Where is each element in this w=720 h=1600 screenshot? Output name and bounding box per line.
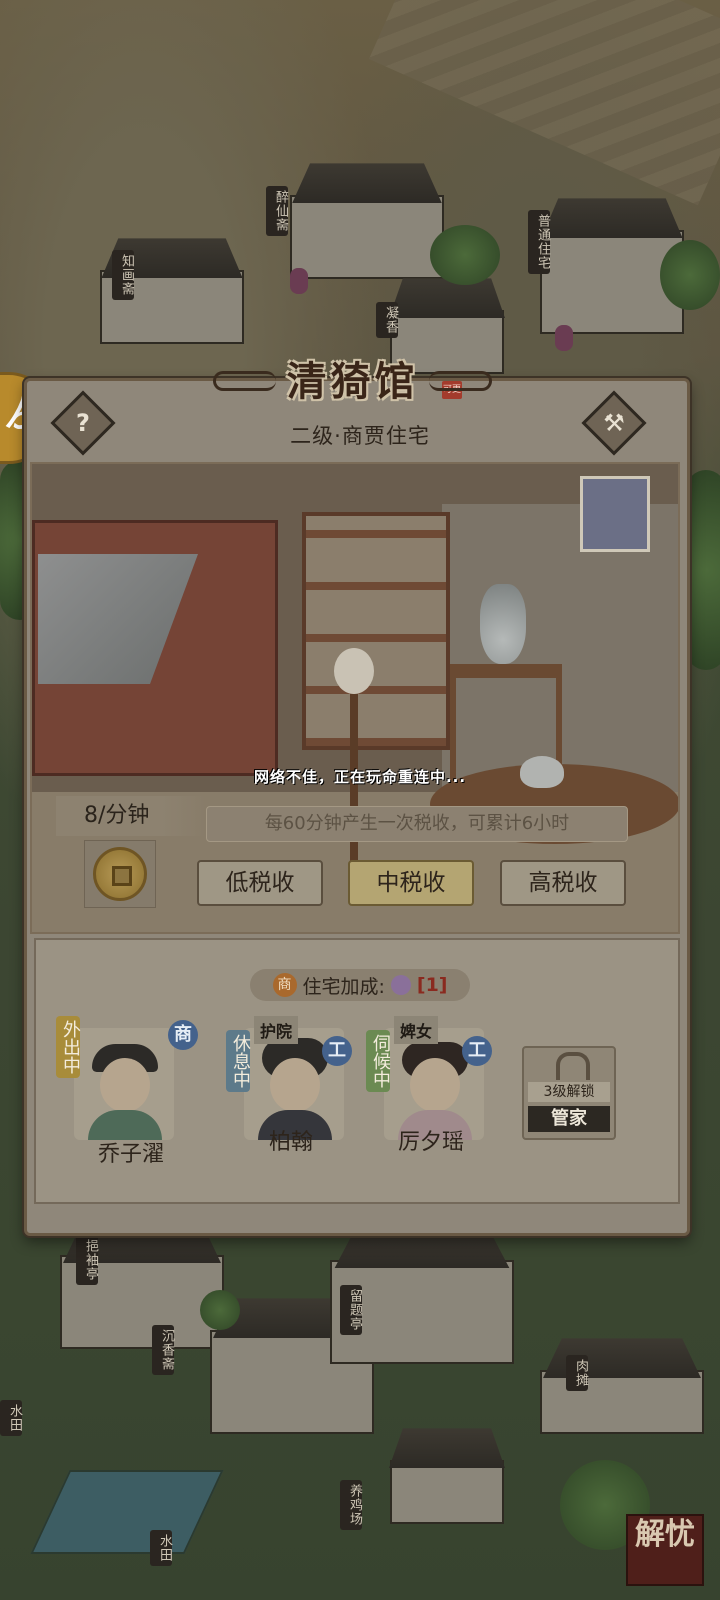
resident-slot-1[interactable]: 外出中 商 bbox=[56, 1016, 198, 1146]
building[interactable] bbox=[290, 163, 444, 279]
status-badge: 外出中 bbox=[56, 1016, 81, 1078]
scene-lamp bbox=[334, 648, 374, 694]
locked-role-label: 管家 bbox=[528, 1106, 610, 1132]
gem-icon bbox=[390, 975, 411, 995]
tree bbox=[430, 225, 500, 285]
map-sign-shuitian-2[interactable]: 水田 bbox=[150, 1530, 172, 1566]
water-field bbox=[30, 1470, 224, 1554]
type-badge: 工 bbox=[462, 1036, 492, 1066]
role-label: 护院 bbox=[254, 1016, 299, 1044]
map-sign-ningxiang[interactable]: 凝香 bbox=[376, 302, 398, 338]
scene-scroll bbox=[580, 476, 650, 552]
resident-name-2: 柏翰 bbox=[268, 1130, 313, 1155]
residence-bonus: 商 住宅加成: [1] bbox=[250, 969, 470, 1001]
low-tax-button[interactable]: 低税收 bbox=[197, 860, 323, 906]
tree bbox=[686, 470, 720, 670]
bonus-label: 住宅加成: bbox=[302, 975, 385, 998]
high-tax-button[interactable]: 高税收 bbox=[500, 860, 626, 906]
scene-lattice-door bbox=[302, 512, 450, 750]
panel-subtitle: 二级·商贾住宅 bbox=[290, 424, 430, 448]
merchant-icon: 商 bbox=[272, 973, 297, 997]
map-sign-zuixian[interactable]: 醉仙斋 bbox=[266, 186, 288, 236]
lock-icon bbox=[556, 1052, 590, 1080]
panel-title: 清猗馆 bbox=[286, 358, 419, 405]
map-sign-yangji[interactable]: 养鸡场 bbox=[340, 1480, 362, 1530]
map-sign-putong[interactable]: 普通住宅 bbox=[528, 210, 550, 274]
map-sign-zhihua[interactable]: 知画斋 bbox=[112, 250, 134, 300]
medium-tax-button[interactable]: 中税收 bbox=[348, 860, 474, 906]
map-sign-yixiu[interactable]: 挹袖亭 bbox=[76, 1235, 98, 1285]
bonus-value: [1] bbox=[416, 974, 448, 996]
network-status-message: 网络不佳，正在玩命重连中... bbox=[253, 768, 467, 786]
map-sign-chenxiang[interactable]: 沉香斋 bbox=[152, 1325, 174, 1375]
cloud-ornament-right bbox=[429, 371, 492, 391]
role-label: 婢女 bbox=[394, 1016, 439, 1044]
resident-name-1: 乔子濯 bbox=[97, 1142, 164, 1167]
type-badge: 工 bbox=[322, 1036, 352, 1066]
map-sign-shuitian-1[interactable]: 水田 bbox=[0, 1400, 22, 1436]
scene-vase bbox=[480, 584, 526, 664]
tax-rate: 8/分钟 bbox=[56, 796, 206, 836]
map-sign-liuti[interactable]: 留题亭 bbox=[340, 1285, 362, 1335]
avatar[interactable] bbox=[74, 1028, 174, 1140]
tree bbox=[200, 1290, 240, 1330]
corner-badge-label: 解忧 bbox=[635, 1517, 695, 1552]
corner-badge-button[interactable]: 解忧 bbox=[626, 1514, 704, 1586]
lantern bbox=[555, 325, 573, 351]
cloud-ornament-left bbox=[213, 371, 276, 391]
locked-slot[interactable]: 3级解锁 管家 bbox=[522, 1046, 616, 1140]
type-badge: 商 bbox=[168, 1020, 198, 1050]
tax-info: 每60分钟产生一次税收，可累计6小时 bbox=[206, 806, 628, 842]
building[interactable] bbox=[389, 1428, 505, 1524]
tree bbox=[660, 240, 720, 310]
building[interactable] bbox=[540, 1338, 704, 1434]
status-badge: 伺候中 bbox=[366, 1030, 391, 1092]
status-badge: 休息中 bbox=[226, 1030, 251, 1092]
resident-name-3: 厉夕瑶 bbox=[397, 1130, 464, 1155]
title-banner: 清猗馆 可更 bbox=[213, 345, 492, 411]
unlock-level-label: 3级解锁 bbox=[528, 1082, 610, 1102]
lantern bbox=[290, 268, 308, 294]
map-sign-routan[interactable]: 肉摊 bbox=[566, 1355, 588, 1391]
coin-icon[interactable] bbox=[84, 840, 156, 908]
